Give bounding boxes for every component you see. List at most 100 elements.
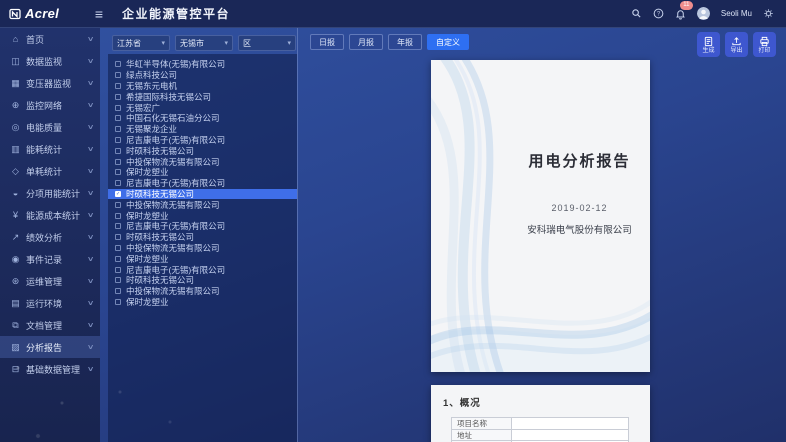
bell-icon[interactable]: 11 bbox=[675, 8, 686, 20]
chevron-down-icon: ∨ bbox=[87, 299, 95, 307]
app-root: Acrel ≡ 企业能源管控平台 ? 11 bbox=[0, 0, 786, 442]
generate-button[interactable]: 生成 bbox=[697, 32, 720, 57]
sidebar-item-energy-cost[interactable]: ¥能源成本统计∨ bbox=[0, 204, 100, 226]
chevron-down-icon: ▾ bbox=[287, 39, 291, 47]
checkbox[interactable] bbox=[115, 299, 121, 305]
tab-monthly[interactable]: 月报 bbox=[349, 34, 383, 50]
company-row[interactable]: 保时龙塑业 bbox=[108, 210, 297, 221]
sidebar-item-event-records[interactable]: ◉事件记录∨ bbox=[0, 248, 100, 270]
select-province[interactable]: 江苏省▾ bbox=[112, 35, 170, 51]
logo-text: Acrel bbox=[25, 6, 59, 21]
chevron-down-icon: ∨ bbox=[87, 57, 95, 65]
checkbox[interactable] bbox=[115, 115, 121, 121]
report-actions: 生成导出 打印 bbox=[697, 32, 776, 57]
data-monitoring-icon: ◫ bbox=[10, 56, 21, 67]
avatar[interactable] bbox=[697, 7, 710, 20]
company-row[interactable]: 希捷国际科技无锡公司 bbox=[108, 91, 297, 102]
transformer-monitoring-icon: ▦ bbox=[10, 78, 21, 89]
checkbox[interactable] bbox=[115, 202, 121, 208]
company-row[interactable]: 无锡东元电机 bbox=[108, 81, 297, 92]
action-label: 导出 bbox=[730, 48, 742, 54]
checkbox[interactable] bbox=[115, 223, 121, 229]
company-row[interactable]: 时硕科技无锡公司 bbox=[108, 145, 297, 156]
checkbox[interactable] bbox=[115, 256, 121, 262]
company-row[interactable]: 中投保物流无锡有限公司 bbox=[108, 156, 297, 167]
checkbox[interactable] bbox=[115, 61, 121, 67]
checkbox[interactable] bbox=[115, 213, 121, 219]
checkbox[interactable] bbox=[115, 148, 121, 154]
company-row[interactable]: 中投保物流无锡有限公司 bbox=[108, 286, 297, 297]
tab-daily[interactable]: 日报 bbox=[310, 34, 344, 50]
sidebar-item-monitoring-network[interactable]: ⊕监控网络∨ bbox=[0, 94, 100, 116]
sidebar-item-operating-environment[interactable]: ▤运行环境∨ bbox=[0, 292, 100, 314]
sidebar-item-energy-statistics[interactable]: ▥能耗统计∨ bbox=[0, 138, 100, 160]
checkbox[interactable] bbox=[115, 105, 121, 111]
checkbox[interactable] bbox=[115, 126, 121, 132]
company-row[interactable]: 绿点科技公司 bbox=[108, 70, 297, 81]
sidebar-item-transformer-monitoring[interactable]: ▦变压器监视∨ bbox=[0, 72, 100, 94]
user-name[interactable]: Seoli Mu bbox=[721, 9, 752, 18]
company-row[interactable]: 尼吉康电子(无锡)有限公司 bbox=[108, 178, 297, 189]
company-label: 保时龙塑业 bbox=[126, 296, 169, 308]
event-records-icon: ◉ bbox=[10, 254, 21, 265]
checkbox[interactable]: ✓ bbox=[115, 191, 121, 197]
checkbox[interactable] bbox=[115, 234, 121, 240]
checkbox[interactable] bbox=[115, 245, 121, 251]
select-city[interactable]: 无锡市▾ bbox=[175, 35, 233, 51]
company-row[interactable]: 保时龙塑业 bbox=[108, 297, 297, 308]
chevron-down-icon: ∨ bbox=[87, 343, 95, 351]
tab-yearly[interactable]: 年报 bbox=[388, 34, 422, 50]
company-row[interactable]: 保时龙塑业 bbox=[108, 253, 297, 264]
company-row[interactable]: 中投保物流无锡有限公司 bbox=[108, 199, 297, 210]
tab-custom[interactable]: 自定义 bbox=[427, 34, 469, 50]
company-row[interactable]: 华虹半导体(无锡)有限公司 bbox=[108, 59, 297, 70]
svg-text:?: ? bbox=[657, 12, 661, 18]
action-label: 打印 bbox=[758, 48, 770, 54]
report-title: 用电分析报告 bbox=[513, 150, 646, 171]
print-button[interactable]: 打印 bbox=[753, 32, 776, 57]
checkbox[interactable] bbox=[115, 267, 121, 273]
checkbox[interactable] bbox=[115, 180, 121, 186]
checkbox[interactable] bbox=[115, 159, 121, 165]
chevron-down-icon: ∨ bbox=[87, 211, 95, 219]
overview-heading: 1、概况 bbox=[443, 395, 638, 409]
checkbox[interactable] bbox=[115, 83, 121, 89]
checkbox[interactable] bbox=[115, 169, 121, 175]
power-quality-icon: ◎ bbox=[10, 122, 21, 133]
company-row[interactable]: 中投保物流无锡有限公司 bbox=[108, 243, 297, 254]
sidebar-item-home[interactable]: ⌂首页∨ bbox=[0, 28, 100, 50]
sidebar-item-data-monitoring[interactable]: ◫数据监视∨ bbox=[0, 50, 100, 72]
checkbox[interactable] bbox=[115, 288, 121, 294]
sidebar-item-power-quality[interactable]: ◎电能质量∨ bbox=[0, 116, 100, 138]
sidebar-item-analysis-report[interactable]: ▨分析报告∨ bbox=[0, 336, 100, 358]
sidebar-item-om-management[interactable]: ⊛运维管理∨ bbox=[0, 270, 100, 292]
company-row[interactable]: 中国石化无锡石油分公司 bbox=[108, 113, 297, 124]
sidebar-item-document-management[interactable]: ⧉文档管理∨ bbox=[0, 314, 100, 336]
company-row[interactable]: 尼吉康电子(无锡)有限公司 bbox=[108, 135, 297, 146]
sidebar-menu: ⌂首页∨◫数据监视∨▦变压器监视∨⊕监控网络∨◎电能质量∨▥能耗统计∨◇单耗统计… bbox=[0, 28, 100, 380]
sidebar-item-label: 分项用能统计 bbox=[26, 187, 83, 200]
checkbox[interactable] bbox=[115, 137, 121, 143]
sidebar-item-unit-consumption[interactable]: ◇单耗统计∨ bbox=[0, 160, 100, 182]
table-row: 地址 bbox=[452, 430, 628, 442]
export-button[interactable]: 导出 bbox=[725, 32, 748, 57]
help-icon[interactable]: ? bbox=[653, 8, 664, 19]
sidebar-item-performance-analysis[interactable]: ↗绩效分析∨ bbox=[0, 226, 100, 248]
sidebar-item-basic-data-management[interactable]: ⊟基础数据管理∨ bbox=[0, 358, 100, 380]
company-row[interactable]: 保时龙塑业 bbox=[108, 167, 297, 178]
checkbox[interactable] bbox=[115, 72, 121, 78]
settings-gear-icon[interactable] bbox=[763, 8, 774, 19]
search-icon[interactable] bbox=[631, 8, 642, 19]
company-row[interactable]: ✓时硕科技无锡公司 bbox=[108, 189, 297, 200]
company-row[interactable]: 尼吉康电子(无锡)有限公司 bbox=[108, 264, 297, 275]
hamburger-menu-icon[interactable]: ≡ bbox=[88, 6, 110, 22]
select-district[interactable]: 区▾ bbox=[238, 35, 296, 51]
checkbox[interactable] bbox=[115, 94, 121, 100]
checkbox[interactable] bbox=[115, 277, 121, 283]
company-row[interactable]: 无锡聚龙企业 bbox=[108, 124, 297, 135]
company-row[interactable]: 时硕科技无锡公司 bbox=[108, 275, 297, 286]
company-row[interactable]: 尼吉康电子(无锡)有限公司 bbox=[108, 221, 297, 232]
sidebar-item-subitem-energy[interactable]: ◒分项用能统计∨ bbox=[0, 182, 100, 204]
company-row[interactable]: 无锡宏广 bbox=[108, 102, 297, 113]
company-row[interactable]: 时硕科技无锡公司 bbox=[108, 232, 297, 243]
